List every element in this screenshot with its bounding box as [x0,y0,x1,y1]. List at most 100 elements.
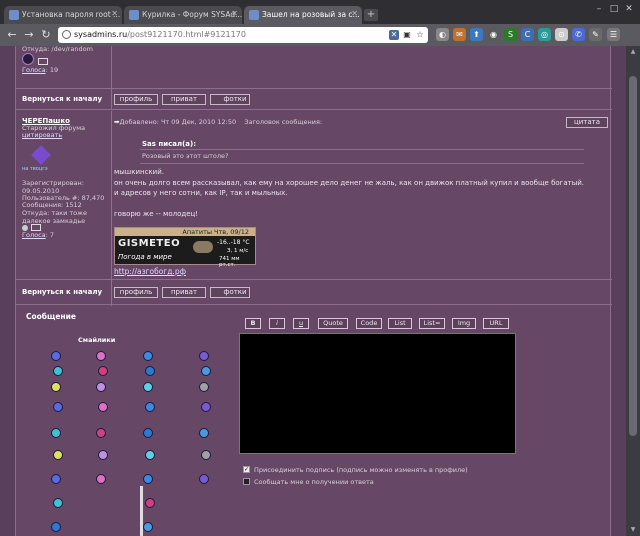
profile-button[interactable]: профиль [114,94,158,105]
smiley-icon[interactable] [145,402,155,412]
back-icon[interactable]: ← [5,28,19,42]
italic-button[interactable]: i [269,318,285,329]
smiley-icon[interactable] [199,382,209,392]
scroll-down-icon[interactable]: ▼ [629,526,637,534]
list-button[interactable]: List [388,318,412,329]
photos-button[interactable]: фотки [210,287,250,298]
address-bar[interactable]: sysadmins.ru/post9121170.html#9121170 ✕ … [58,27,428,43]
smiley-icon[interactable] [96,351,106,361]
scrollbar-thumb[interactable] [629,76,637,436]
smiley-icon[interactable] [199,428,209,438]
minimize-button[interactable]: – [592,4,606,16]
smiley-icon[interactable] [145,366,155,376]
ext-six-icon[interactable]: C [521,28,534,41]
weather-informer[interactable]: Апатиты Чтв, 09/12 GISMETEO -16..-18 °C … [114,227,256,268]
back-to-top-link[interactable]: Вернуться к началу [22,95,102,103]
browser-tab-1[interactable]: Установка пароля root ... ✕ [4,6,122,24]
profile-button[interactable]: профиль [114,287,158,298]
browser-tab-2[interactable]: Курилка - Форум SYSAd... ✕ [124,6,242,24]
close-window-button[interactable]: ✕ [622,4,636,16]
translate-icon[interactable]: ✕ [389,30,399,40]
weather-temp: -16..-18 °C [217,239,250,246]
post-body-line: мышкинский. [114,168,164,176]
smiley-icon[interactable] [143,522,153,532]
smiley-icon[interactable] [51,351,61,361]
smiley-icon[interactable] [98,402,108,412]
page-action-icon[interactable]: ▣ [402,30,412,40]
message-textarea[interactable] [239,333,516,454]
smiley-icon[interactable] [51,474,61,484]
bold-button[interactable]: B [245,318,261,329]
column-divider [111,111,112,306]
code-button[interactable]: Code [356,318,382,329]
pm-button[interactable]: приват [162,287,206,298]
smiley-icon[interactable] [145,498,155,508]
ext-ten-icon[interactable]: ✎ [589,28,602,41]
photos-button[interactable]: фотки [210,94,250,105]
vertical-scrollbar[interactable]: ▲ ▼ [626,46,640,536]
votes-link[interactable]: Голоса [22,231,46,239]
smiley-icon[interactable] [145,450,155,460]
ext-seven-icon[interactable]: ◎ [538,28,551,41]
smiley-icon[interactable] [201,402,211,412]
pm-button[interactable]: приват [162,94,206,105]
ext-two-icon[interactable]: ✉ [453,28,466,41]
reload-icon[interactable]: ↻ [39,28,53,42]
pole-smiley-icon[interactable] [140,486,143,536]
post-body-line [114,199,584,209]
browser-tab-3[interactable]: Зашел на розовый за с... ✕ [244,6,362,24]
ext-three-icon[interactable]: ⬆ [470,28,483,41]
smiley-icon[interactable] [98,450,108,460]
smiley-icon[interactable] [98,366,108,376]
ext-eight-icon[interactable]: ⊙ [555,28,568,41]
smiley-icon[interactable] [96,382,106,392]
ordered-list-button[interactable]: List= [419,318,445,329]
ext-one-icon[interactable]: ◐ [436,28,449,41]
smiley-icon[interactable] [199,351,209,361]
maximize-button[interactable]: □ [607,4,621,16]
cite-button[interactable]: цитата [566,117,608,128]
smiley-icon[interactable] [53,402,63,412]
smiley-icon[interactable] [199,474,209,484]
post-body-line: он очень долго всем рассказывал, как ему… [114,178,585,187]
signature-link[interactable]: http://азгобогд.рф [114,268,186,276]
ext-eleven-icon[interactable]: ☰ [607,28,620,41]
new-tab-button[interactable]: + [364,9,378,21]
smiley-icon[interactable] [143,474,153,484]
smiley-icon[interactable] [51,382,61,392]
ext-four-icon[interactable]: ◉ [487,28,500,41]
url-button[interactable]: URL [483,318,509,329]
votes-link[interactable]: Голоса [22,66,46,74]
smilies-title: Смайлики [78,336,116,344]
smiley-icon[interactable] [51,522,61,532]
smiley-icon[interactable] [53,450,63,460]
close-tab-icon[interactable]: ✕ [111,9,118,18]
quote-box: Розовый это этот штоле? [140,149,584,164]
underline-button[interactable]: u [293,318,309,329]
smiley-icon[interactable] [96,428,106,438]
ext-five-icon[interactable]: S [504,28,517,41]
smiley-icon[interactable] [53,366,63,376]
close-tab-icon[interactable]: ✕ [351,9,358,18]
url-host: sysadmins.ru [74,30,128,39]
attach-signature-checkbox[interactable]: ✓ [243,466,250,473]
smiley-icon[interactable] [96,474,106,484]
notify-checkbox[interactable] [243,478,250,485]
quote-user-link[interactable]: цитировать [22,131,62,140]
close-tab-icon[interactable]: ✕ [231,9,238,18]
quote-button[interactable]: Quote [318,318,348,329]
bookmark-star-icon[interactable]: ☆ [415,30,425,40]
smiley-icon[interactable] [143,351,153,361]
smiley-icon[interactable] [201,450,211,460]
favicon-icon [129,10,139,20]
smiley-icon[interactable] [51,428,61,438]
scroll-up-icon[interactable]: ▲ [629,48,637,56]
ext-nine-icon[interactable]: ✆ [572,28,585,41]
smiley-icon[interactable] [143,382,153,392]
smiley-icon[interactable] [143,428,153,438]
smiley-icon[interactable] [201,366,211,376]
smiley-icon[interactable] [53,498,63,508]
img-button[interactable]: Img [452,318,476,329]
forward-icon[interactable]: → [22,28,36,42]
back-to-top-link[interactable]: Вернуться к началу [22,288,102,296]
